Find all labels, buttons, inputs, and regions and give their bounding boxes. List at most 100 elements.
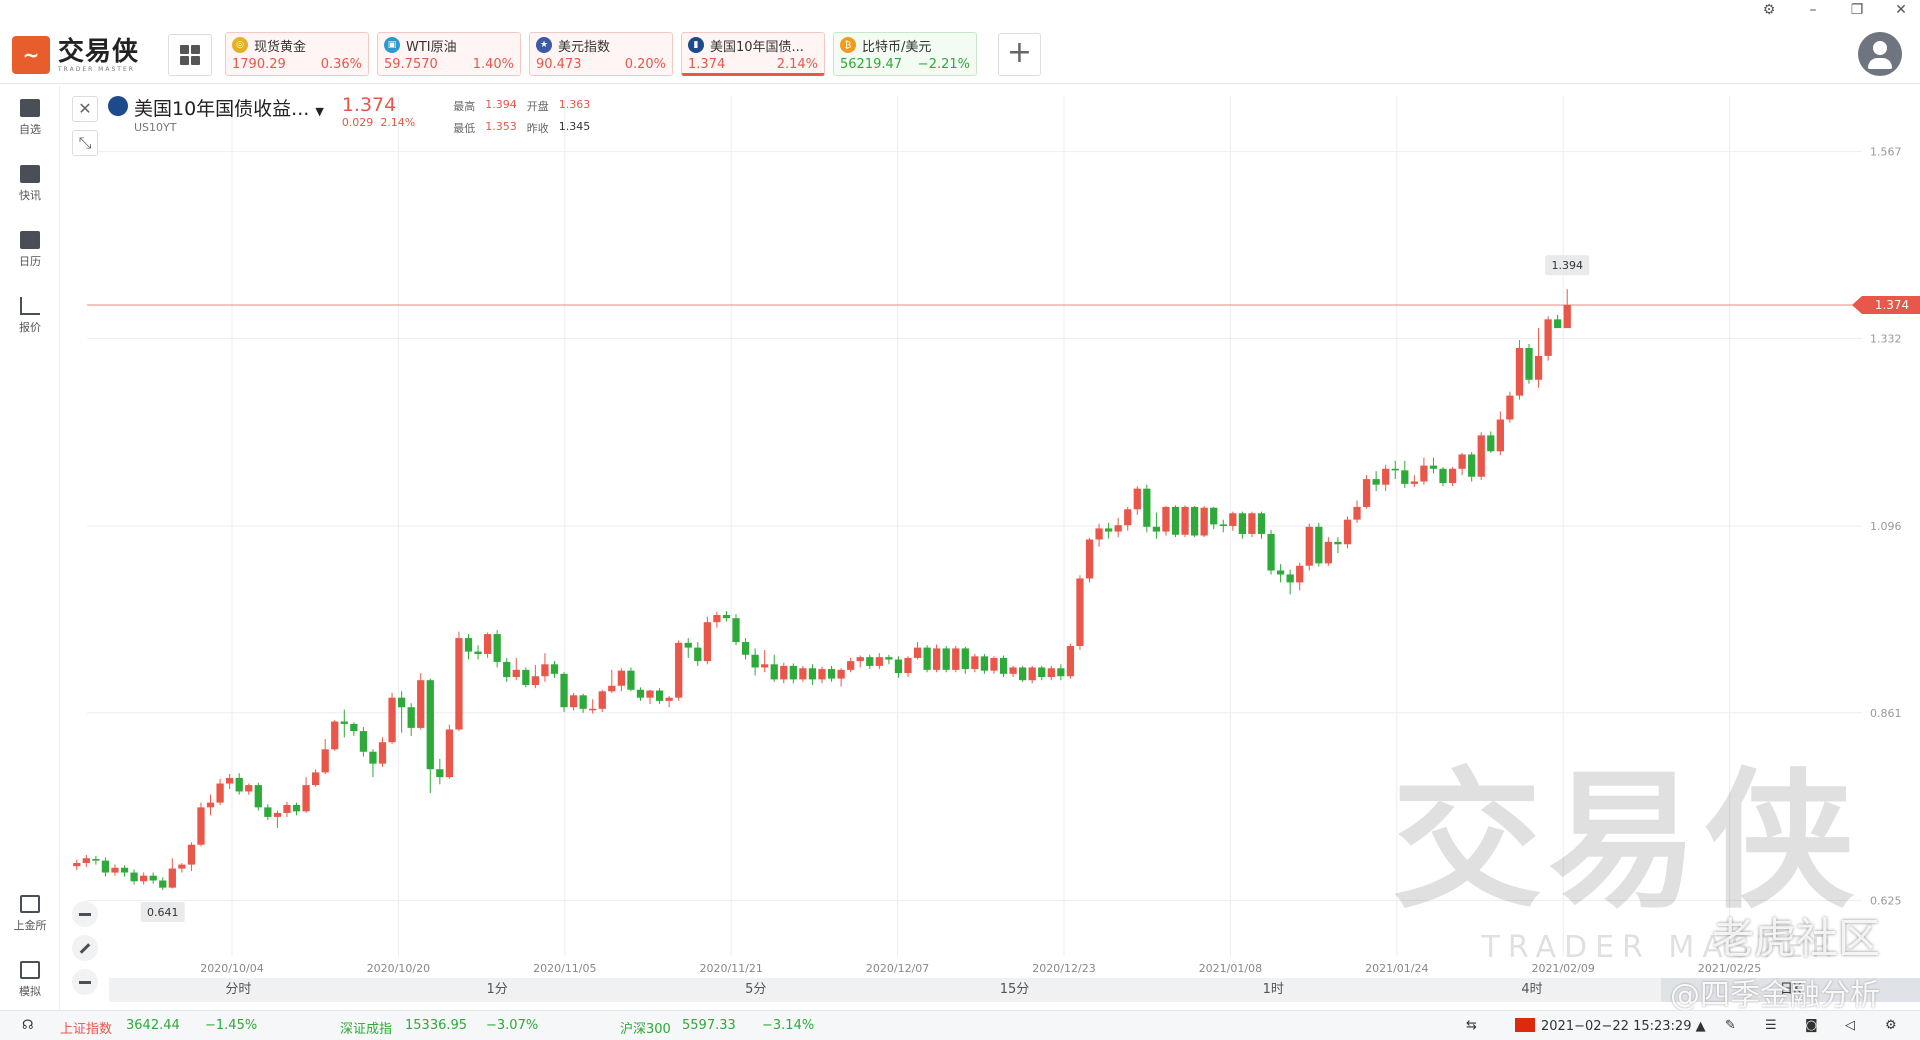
period-1h[interactable]: 1时 bbox=[1144, 978, 1403, 1002]
settings-gear-icon[interactable]: ⚙ bbox=[1885, 1018, 1897, 1033]
candle-body bbox=[1038, 667, 1046, 678]
candle-body bbox=[1276, 570, 1285, 575]
candle-body bbox=[378, 742, 387, 764]
quote-tab-btc[interactable]: ₿ 比特币/美元 56219.47 −2.21% bbox=[833, 32, 977, 76]
close-chart-button[interactable]: ✕ bbox=[72, 96, 98, 122]
period-selector: 分时 1分 5分 15分 1时 4时 日K bbox=[109, 978, 1920, 1002]
chart-panel: 1.567 1.332 1.096 0.861 0.625 2020/10/04 2020/… bbox=[62, 86, 1920, 1010]
candle-body bbox=[1362, 479, 1371, 507]
x-tick-label: 2020/12/23 bbox=[1032, 962, 1095, 975]
candle-body bbox=[617, 670, 625, 686]
candle-body bbox=[999, 657, 1008, 674]
settings-icon[interactable]: ⚙ bbox=[1758, 2, 1780, 18]
candle-body bbox=[1124, 509, 1132, 526]
quote-tab-gold[interactable]: ◎ 现货黄金 1790.29 0.36% bbox=[225, 32, 369, 76]
exchange-icon bbox=[20, 895, 40, 913]
x-tick-label: 2020/12/07 bbox=[866, 962, 929, 975]
period-5m[interactable]: 5分 bbox=[626, 978, 885, 1002]
candle-body bbox=[483, 634, 492, 654]
bitcoin-icon: ₿ bbox=[840, 37, 856, 53]
headset-icon[interactable]: ☊ bbox=[22, 1018, 34, 1033]
candle-body bbox=[149, 875, 157, 881]
candle-body bbox=[1181, 506, 1189, 535]
min-label: 0.641 bbox=[147, 906, 179, 919]
period-1m[interactable]: 1分 bbox=[368, 978, 627, 1002]
wave-tool-button[interactable] bbox=[72, 969, 98, 995]
user-avatar[interactable] bbox=[1858, 32, 1902, 76]
edit-icon[interactable]: ✎ bbox=[1725, 1018, 1736, 1033]
candle-body bbox=[1420, 465, 1428, 482]
candle-body bbox=[522, 669, 530, 685]
candle-body bbox=[92, 859, 100, 861]
candle-body bbox=[1057, 668, 1065, 677]
sidebar-item-sge[interactable]: 上金所 bbox=[0, 895, 60, 933]
candle-body bbox=[1152, 526, 1161, 532]
index-hs300-name[interactable]: 沪深300 bbox=[620, 1018, 671, 1037]
candle-body bbox=[1515, 347, 1524, 396]
logo-name: 交易侠 bbox=[58, 36, 140, 67]
candle-body bbox=[111, 867, 119, 873]
index-sz-value: 15336.95 bbox=[405, 1018, 468, 1033]
y-tick-label: 0.861 bbox=[1870, 707, 1902, 720]
quote-tab-us10y[interactable]: ▮ 美国10年国债... 1.374 2.14% bbox=[681, 32, 825, 76]
candle-body bbox=[1487, 435, 1495, 452]
period-daily[interactable]: 日K bbox=[1661, 978, 1920, 1002]
list-icon[interactable]: ☰ bbox=[1765, 1018, 1777, 1033]
quote-tab-oil[interactable]: ▣ WTI原油 59.7570 1.40% bbox=[377, 32, 521, 76]
mute-icon[interactable]: ◁ bbox=[1845, 1018, 1855, 1033]
candle-body bbox=[178, 864, 186, 869]
quote-tab-usd-index[interactable]: ★ 美元指数 90.473 0.20% bbox=[529, 32, 673, 76]
period-tick[interactable]: 分时 bbox=[109, 978, 368, 1002]
candle-body bbox=[952, 648, 960, 670]
candle-body bbox=[942, 648, 950, 670]
candle-body bbox=[1554, 319, 1562, 329]
candle-body bbox=[455, 638, 463, 730]
candle-body bbox=[818, 669, 826, 680]
camera-icon[interactable]: ◙ bbox=[1805, 1018, 1818, 1033]
candle-body bbox=[1534, 355, 1543, 380]
candle-body bbox=[245, 785, 253, 792]
translate-icon[interactable]: ⇆ bbox=[1466, 1018, 1477, 1033]
news-icon bbox=[20, 165, 40, 183]
candle-body bbox=[1506, 395, 1514, 420]
candle-body bbox=[1171, 506, 1180, 535]
sidebar-item-news[interactable]: 快讯 bbox=[0, 165, 60, 203]
candle-body bbox=[971, 656, 979, 670]
indicator-tool-button[interactable] bbox=[72, 901, 98, 927]
close-window-icon[interactable]: ✕ bbox=[1890, 2, 1912, 18]
minimize-icon[interactable]: – bbox=[1802, 2, 1824, 18]
sidebar-item-simulate[interactable]: 模拟 bbox=[0, 961, 60, 999]
candle-body bbox=[1257, 513, 1266, 534]
candle-body bbox=[340, 721, 348, 724]
period-15m[interactable]: 15分 bbox=[885, 978, 1144, 1002]
restore-icon[interactable]: ❐ bbox=[1846, 2, 1868, 18]
candle-body bbox=[503, 661, 511, 678]
datetime: 2021−02−22 15:23:29 ▲ bbox=[1515, 1018, 1706, 1034]
candle-body bbox=[1496, 419, 1504, 452]
candle-body bbox=[1429, 465, 1438, 469]
sidebar-item-calendar[interactable]: 日历 bbox=[0, 231, 60, 269]
sidebar-item-watchlist[interactable]: 自选 bbox=[0, 99, 60, 137]
index-hs300-value: 5597.33 bbox=[682, 1018, 736, 1033]
candle-body bbox=[1468, 454, 1476, 477]
candlestick-chart[interactable]: 1.567 1.332 1.096 0.861 0.625 2020/10/04 2020/… bbox=[62, 86, 1920, 976]
index-sh-name[interactable]: 上证指数 bbox=[60, 1018, 112, 1037]
candle-body bbox=[1324, 541, 1332, 564]
draw-tool-button[interactable] bbox=[72, 935, 98, 961]
candle-body bbox=[101, 860, 110, 873]
candle-body bbox=[302, 785, 310, 812]
index-sz-name[interactable]: 深证成指 bbox=[340, 1018, 392, 1037]
sidebar-item-quotes[interactable]: 报价 bbox=[0, 297, 60, 335]
candle-body bbox=[1477, 435, 1485, 477]
candle-body bbox=[417, 680, 425, 728]
period-4h[interactable]: 4时 bbox=[1403, 978, 1662, 1002]
add-tab-button[interactable]: + bbox=[998, 33, 1041, 76]
grid-menu-button[interactable] bbox=[168, 34, 212, 76]
wallet-icon bbox=[20, 961, 40, 979]
candle-body bbox=[1448, 468, 1457, 484]
x-tick-label: 2021/01/08 bbox=[1199, 962, 1262, 975]
collapse-button[interactable]: ⤡ bbox=[72, 130, 98, 156]
candle-body bbox=[980, 656, 989, 671]
sidebar: 自选 快讯 日历 报价 上金所 模拟 bbox=[0, 85, 60, 1010]
instrument-selector[interactable]: 美国10年国债收益... ▼ bbox=[134, 94, 324, 121]
